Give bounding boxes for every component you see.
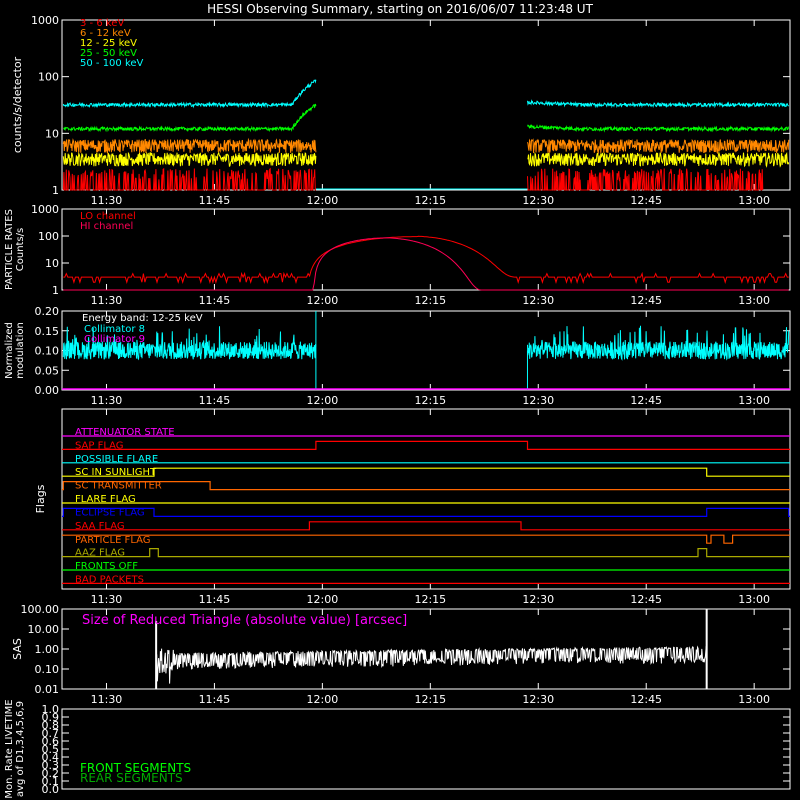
y-tick-label: 0.10	[35, 663, 60, 676]
y-axis-label: Mon. Rate LIVETIME	[4, 699, 15, 798]
flag-label: SC IN SUNLIGHT	[75, 467, 157, 478]
y-tick-label: 100	[38, 71, 59, 84]
x-tick-label: 11:30	[91, 194, 123, 207]
x-tick-label: 12:30	[522, 294, 554, 307]
x-tick-label: 12:45	[630, 294, 662, 307]
x-tick-label: 12:30	[522, 693, 554, 706]
flag-label: SC TRANSMITTER	[75, 481, 162, 492]
flag-label: BAD PACKETS	[75, 574, 144, 585]
y-tick-label: 0.00	[35, 384, 60, 397]
y-axis-label: modulation	[15, 322, 26, 379]
flag-label: SAP FLAG	[75, 440, 124, 451]
flag-label: POSSIBLE FLARE	[75, 454, 158, 465]
y-axis-label: PARTICLE RATES	[4, 209, 15, 290]
y-tick-label: 10.00	[28, 623, 60, 636]
legend-entry: REAR SEGMENTS	[80, 771, 183, 785]
x-tick-label: 12:30	[522, 194, 554, 207]
flag-label: FLARE FLAG	[75, 494, 136, 505]
y-tick-label: 100.00	[21, 603, 60, 616]
y-tick-label: 0.20	[35, 305, 60, 318]
hessi-summary-chart: HESSI Observing Summary, starting on 201…	[0, 0, 800, 800]
y-tick-label: 1.00	[35, 643, 60, 656]
x-tick-label: 12:15	[414, 194, 446, 207]
y-tick-label: 100	[38, 230, 59, 243]
flag-label: ATTENUATOR STATE	[75, 427, 175, 438]
x-tick-label: 11:45	[199, 693, 231, 706]
flag-label: SAA FLAG	[75, 521, 125, 532]
legend-entry: 50 - 100 keV	[80, 58, 144, 69]
x-tick-label: 12:15	[414, 394, 446, 407]
y-axis-label: Counts/s	[15, 228, 26, 272]
x-tick-label: 11:30	[91, 593, 123, 606]
x-tick-label: 13:00	[738, 294, 770, 307]
y-axis-label: avg of D1,3,4,5,6,9	[15, 701, 26, 797]
x-tick-label: 13:00	[738, 693, 770, 706]
y-tick-label: 1	[52, 184, 59, 197]
y-tick-label: 10	[45, 257, 59, 270]
x-tick-label: 12:30	[522, 593, 554, 606]
legend-entry: HI channel	[80, 221, 133, 232]
x-tick-label: 11:30	[91, 294, 123, 307]
x-tick-label: 12:15	[414, 693, 446, 706]
x-tick-label: 11:30	[91, 394, 123, 407]
legend-entry: 6 - 12 keV	[80, 28, 131, 39]
x-tick-label: 11:45	[199, 593, 231, 606]
x-tick-label: 12:00	[307, 394, 339, 407]
y-tick-label: 1000	[31, 14, 59, 27]
y-tick-label: 1.0	[42, 703, 60, 716]
flag-label: PARTICLE FLAG	[75, 535, 151, 546]
y-tick-label: 1	[52, 284, 59, 297]
x-tick-label: 11:45	[199, 394, 231, 407]
y-tick-label: 0.05	[35, 364, 60, 377]
x-tick-label: 12:45	[630, 394, 662, 407]
x-tick-label: 12:00	[307, 194, 339, 207]
y-axis-label: Normalized	[4, 322, 15, 379]
x-tick-label: 11:30	[91, 693, 123, 706]
x-tick-label: 12:45	[630, 194, 662, 207]
x-tick-label: 12:15	[414, 593, 446, 606]
y-tick-label: 0.10	[35, 345, 60, 358]
flag-label: AAZ FLAG	[75, 548, 125, 559]
x-tick-label: 12:45	[630, 593, 662, 606]
y-tick-label: 0.01	[35, 683, 60, 696]
x-tick-label: 12:30	[522, 394, 554, 407]
y-tick-label: 0.15	[35, 325, 60, 338]
x-tick-label: 12:00	[307, 294, 339, 307]
annotation: Energy band: 12-25 keV	[82, 313, 203, 324]
x-tick-label: 12:00	[307, 693, 339, 706]
y-tick-label: 1000	[31, 203, 59, 216]
x-tick-label: 13:00	[738, 194, 770, 207]
flag-label: FRONTS OFF	[75, 561, 138, 572]
y-tick-label: 10	[45, 127, 59, 140]
y-axis-label: SAS	[11, 638, 24, 660]
y-axis-label: Flags	[34, 484, 47, 513]
chart-title: HESSI Observing Summary, starting on 201…	[207, 2, 593, 16]
x-tick-label: 11:45	[199, 294, 231, 307]
y-axis-label: counts/s/detector	[11, 56, 24, 153]
x-tick-label: 12:00	[307, 593, 339, 606]
x-tick-label: 13:00	[738, 394, 770, 407]
x-tick-label: 12:15	[414, 294, 446, 307]
legend-entry: Collimator 9	[84, 334, 145, 345]
flag-label: ECLIPSE FLAG	[75, 507, 145, 518]
x-tick-label: 13:00	[738, 593, 770, 606]
annotation: Size of Reduced Triangle (absolute value…	[82, 613, 407, 628]
x-tick-label: 11:45	[199, 194, 231, 207]
x-tick-label: 12:45	[630, 693, 662, 706]
